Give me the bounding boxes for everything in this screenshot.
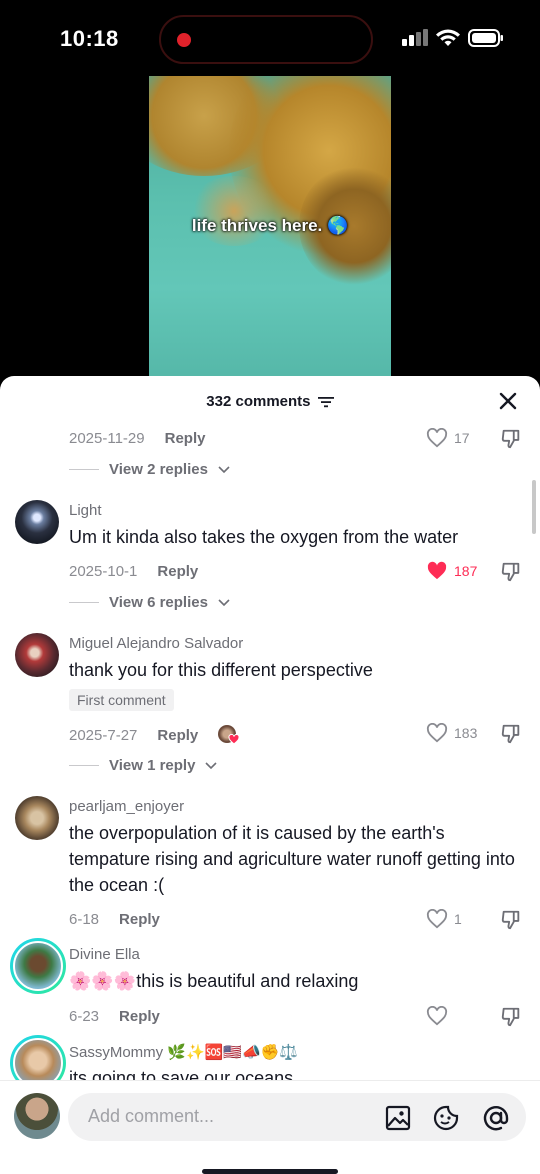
comment-input-bar: Add comment... bbox=[0, 1080, 540, 1174]
dislike-icon[interactable] bbox=[500, 561, 522, 583]
comments-header: 332 comments bbox=[0, 376, 540, 426]
close-icon[interactable] bbox=[498, 391, 518, 411]
chevron-down-icon bbox=[218, 598, 230, 606]
comment-date: 6-18 bbox=[69, 911, 100, 928]
heart-outline-icon bbox=[426, 909, 448, 929]
dislike-icon[interactable] bbox=[500, 723, 522, 745]
video-preview[interactable]: life thrives here. 🌎 bbox=[149, 76, 391, 380]
comment-input[interactable]: Add comment... bbox=[68, 1093, 526, 1141]
recording-indicator-icon bbox=[177, 33, 191, 47]
dislike-icon[interactable] bbox=[500, 1006, 522, 1028]
my-avatar bbox=[14, 1093, 60, 1139]
comments-count-label: 332 comments bbox=[206, 393, 311, 410]
creator-liked-icon bbox=[218, 725, 240, 745]
comment-username[interactable]: Divine Ella bbox=[69, 946, 140, 963]
like-count: 17 bbox=[454, 430, 470, 446]
reply-button[interactable]: Reply bbox=[165, 430, 206, 447]
comment-meta: 2025-7-27 Reply bbox=[69, 725, 240, 745]
scrollbar[interactable] bbox=[532, 480, 536, 534]
dynamic-island bbox=[159, 15, 373, 64]
like-button[interactable]: 187 bbox=[426, 561, 477, 581]
divider bbox=[69, 602, 99, 603]
comment-text: Um it kinda also takes the oxygen from t… bbox=[69, 527, 459, 547]
comment-meta: 2025-10-1 Reply bbox=[69, 563, 198, 580]
filter-icon[interactable] bbox=[317, 396, 334, 408]
comment-text: thank you for this different perspective bbox=[69, 660, 373, 680]
image-icon[interactable] bbox=[384, 1104, 412, 1132]
like-button[interactable]: 183 bbox=[426, 723, 477, 743]
avatar[interactable] bbox=[15, 796, 59, 840]
comment-meta: 6-18 Reply bbox=[69, 911, 160, 928]
comment-username[interactable]: Miguel Alejandro Salvador bbox=[69, 635, 243, 652]
heart-outline-icon bbox=[426, 1006, 448, 1026]
chevron-down-icon bbox=[205, 761, 218, 769]
dislike-icon[interactable] bbox=[500, 909, 522, 931]
reply-button[interactable]: Reply bbox=[119, 911, 160, 928]
comments-sheet: 332 comments 2025-11-29 Reply 17 View 2 … bbox=[0, 376, 540, 1174]
video-caption: life thrives here. 🌎 bbox=[191, 216, 349, 235]
comment-date: 2025-7-27 bbox=[69, 726, 138, 744]
emoji-sticker-icon[interactable] bbox=[432, 1104, 460, 1132]
avatar bbox=[13, 941, 63, 991]
like-button[interactable]: 17 bbox=[426, 428, 470, 448]
comment-meta: 6-23 Reply bbox=[69, 1008, 160, 1025]
heart-outline-icon bbox=[426, 428, 448, 448]
comment-text: the overpopulation of it is caused by th… bbox=[69, 823, 515, 895]
divider bbox=[69, 765, 99, 766]
view-replies-button[interactable]: View 1 reply bbox=[69, 757, 218, 774]
view-replies-label: View 2 replies bbox=[109, 461, 208, 478]
status-bar: 10:18 bbox=[0, 0, 540, 78]
battery-icon bbox=[468, 29, 503, 47]
dislike-icon[interactable] bbox=[500, 428, 522, 450]
comment-date: 2025-11-29 bbox=[69, 430, 145, 447]
like-count: 187 bbox=[454, 563, 478, 579]
reply-button[interactable]: Reply bbox=[119, 1008, 160, 1025]
comments-count-title[interactable]: 332 comments bbox=[0, 393, 540, 410]
comment-input-placeholder: Add comment... bbox=[88, 1106, 215, 1126]
first-comment-badge: First comment bbox=[69, 689, 174, 711]
divider bbox=[69, 469, 99, 470]
heart-filled-icon bbox=[427, 561, 447, 580]
status-time: 10:18 bbox=[60, 26, 119, 51]
reply-button[interactable]: Reply bbox=[157, 563, 198, 580]
comment-date: 6-23 bbox=[69, 1008, 100, 1025]
comment-username[interactable]: SassyMommy 🌿✨🆘🇺🇸📣✊⚖️ bbox=[69, 1043, 298, 1061]
like-button[interactable]: 1 bbox=[426, 909, 462, 929]
like-button[interactable] bbox=[426, 1006, 454, 1026]
comment-date: 2025-10-1 bbox=[69, 563, 138, 580]
mention-icon[interactable] bbox=[482, 1104, 510, 1132]
home-indicator[interactable] bbox=[202, 1169, 338, 1174]
view-replies-label: View 1 reply bbox=[109, 757, 196, 774]
comment-meta: 2025-11-29 Reply bbox=[69, 430, 205, 447]
view-replies-button[interactable]: View 6 replies bbox=[69, 594, 230, 611]
avatar[interactable] bbox=[15, 500, 59, 544]
chevron-down-icon bbox=[218, 465, 230, 473]
wifi-icon bbox=[436, 29, 460, 46]
status-icons bbox=[402, 29, 504, 47]
heart-outline-icon bbox=[426, 723, 448, 743]
avatar[interactable] bbox=[15, 633, 59, 677]
avatar-story-ring[interactable] bbox=[10, 938, 66, 994]
view-replies-label: View 6 replies bbox=[109, 594, 208, 611]
like-count: 183 bbox=[454, 725, 478, 741]
comment-username[interactable]: Light bbox=[69, 502, 102, 519]
view-replies-button[interactable]: View 2 replies bbox=[69, 461, 230, 478]
like-count: 1 bbox=[454, 911, 462, 927]
cellular-signal-icon bbox=[402, 29, 428, 46]
comment-text: 🌸🌸🌸this is beautiful and relaxing bbox=[69, 971, 359, 991]
reply-button[interactable]: Reply bbox=[157, 727, 198, 744]
comment-username[interactable]: pearljam_enjoyer bbox=[69, 798, 184, 815]
